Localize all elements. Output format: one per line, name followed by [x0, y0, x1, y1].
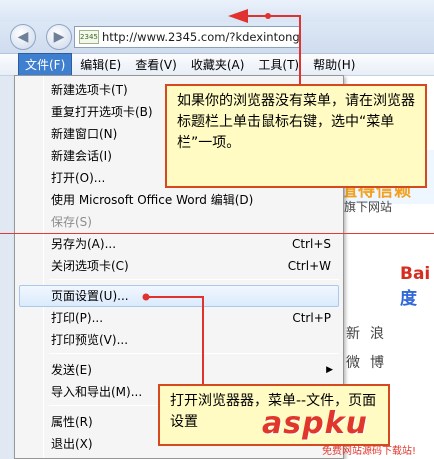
- menu-item-close-tab[interactable]: 关闭选项卡(C): [51, 256, 129, 276]
- menu-item-print-preview[interactable]: 打印预览(V)...: [51, 330, 128, 350]
- menu-item-new-tab[interactable]: 新建选项卡(T): [51, 80, 128, 100]
- menu-item-open[interactable]: 打开(O)...: [51, 168, 105, 188]
- menu-tools[interactable]: 工具(T): [252, 54, 305, 75]
- shortcut-save-as: Ctrl+S: [291, 237, 331, 251]
- watermark-logo: aspku 免费网站源码下载站!: [262, 406, 416, 457]
- shortcut-print: Ctrl+P: [292, 311, 331, 325]
- baidu-logo[interactable]: Bai 度: [400, 264, 434, 309]
- baidu-logo-text: Bai: [400, 264, 431, 284]
- menu-item-properties[interactable]: 属性(R): [51, 412, 93, 432]
- ad-banner-subtext: 旗下网站: [344, 200, 393, 214]
- menu-item-save: 保存(S): [51, 215, 92, 229]
- address-bar[interactable]: 2345 http://www.2345.com/?kdexintong: [74, 26, 300, 48]
- menu-item-save-as[interactable]: 另存为(A)...: [51, 234, 116, 254]
- baidu-paw-text: 度: [400, 289, 417, 309]
- menu-item-new-session[interactable]: 新建会话(I): [51, 146, 112, 166]
- menu-item-send[interactable]: 发送(E): [51, 360, 92, 380]
- menu-help[interactable]: 帮助(H): [307, 54, 361, 75]
- menu-item-exit[interactable]: 退出(X): [51, 434, 93, 454]
- menu-bar: 文件(F) 编辑(E) 查看(V) 收藏夹(A) 工具(T) 帮助(H): [0, 53, 434, 76]
- submenu-arrow-icon: ▶: [326, 365, 333, 375]
- menu-edit[interactable]: 编辑(E): [74, 54, 127, 75]
- watermark-main-text: aspku: [262, 406, 368, 441]
- menu-item-print[interactable]: 打印(P)...: [51, 308, 103, 328]
- menu-item-page-setup[interactable]: 页面设置(U)...: [51, 286, 129, 306]
- menu-separator: [49, 353, 339, 354]
- navigation-bar: ◀ ▶ 2345 http://www.2345.com/?kdexintong: [0, 22, 434, 54]
- menu-favorites[interactable]: 收藏夹(A): [185, 54, 251, 75]
- menu-item-new-window[interactable]: 新建窗口(N): [51, 124, 117, 144]
- back-arrow-icon: ◀: [17, 29, 29, 45]
- shortcut-close-tab: Ctrl+W: [287, 259, 331, 273]
- title-bar: [0, 0, 434, 22]
- weibo-link[interactable]: 微博: [346, 352, 394, 372]
- forward-arrow-icon: ▶: [53, 29, 65, 45]
- menu-icon-gutter: [43, 76, 44, 458]
- menu-view[interactable]: 查看(V): [129, 54, 183, 75]
- menu-item-edit-with-word[interactable]: 使用 Microsoft Office Word 编辑(D): [51, 190, 253, 210]
- sina-link[interactable]: 新浪: [346, 323, 394, 343]
- callout-no-menu-tip: 如果你的浏览器没有菜单，请在浏览器标题栏上单击鼠标右键，选中“菜单栏”一项。: [165, 84, 427, 188]
- watermark-sub-text: 免费网站源码下载站!: [322, 446, 417, 457]
- menu-item-import-export[interactable]: 导入和导出(M)...: [51, 382, 142, 402]
- back-button[interactable]: ◀: [10, 24, 36, 50]
- red-guide-line: [0, 233, 434, 234]
- url-text[interactable]: http://www.2345.com/?kdexintong: [102, 30, 299, 44]
- menu-separator: [49, 279, 339, 280]
- menu-item-duplicate-tab[interactable]: 重复打开选项卡(B): [51, 102, 153, 122]
- site-favicon-icon: 2345: [79, 30, 99, 44]
- menu-file[interactable]: 文件(F): [18, 53, 73, 76]
- forward-button[interactable]: ▶: [46, 24, 72, 50]
